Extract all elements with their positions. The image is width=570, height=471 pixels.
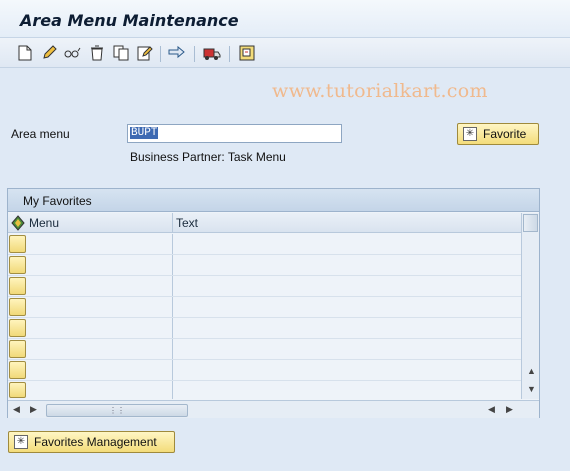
favorites-management-button[interactable]: ✳ Favorites Management (8, 431, 175, 453)
where-used-icon[interactable] (238, 44, 256, 62)
toolbar-separator (160, 46, 161, 62)
copy-icon[interactable] (112, 44, 130, 62)
row-selector[interactable] (9, 319, 26, 337)
watermark: www.tutorialkart.com (272, 80, 488, 102)
column-divider (172, 360, 173, 380)
page-title: Area Menu Maintenance (20, 11, 239, 30)
area-menu-value: BUPT (130, 127, 159, 139)
create-icon[interactable] (16, 44, 34, 62)
table-row (8, 255, 521, 276)
column-divider (172, 297, 173, 317)
transport-icon[interactable] (168, 44, 186, 62)
truck-icon[interactable] (203, 44, 221, 62)
area-menu-label: Area menu (11, 127, 70, 141)
scroll-left-icon[interactable]: ◀ (488, 404, 495, 415)
scroll-right-icon[interactable]: ▶ (30, 404, 37, 415)
table-row (8, 318, 521, 339)
scroll-down-icon[interactable]: ▼ (527, 384, 536, 394)
column-divider (172, 234, 173, 254)
column-divider (172, 318, 173, 338)
toolbar-separator (194, 46, 195, 62)
row-selector[interactable] (9, 361, 26, 379)
table-settings-icon[interactable] (10, 215, 26, 231)
vertical-scroll-thumb[interactable] (523, 214, 538, 232)
edit-icon[interactable] (136, 44, 154, 62)
application-toolbar: www.tutorialkart.com (0, 38, 570, 102)
column-divider (172, 255, 173, 275)
table-row (8, 234, 521, 255)
delete-icon[interactable] (88, 44, 106, 62)
favorite-icon: ✳ (463, 127, 477, 141)
column-divider (172, 339, 173, 359)
toolbar-separator (229, 46, 230, 62)
area-menu-description: Business Partner: Task Menu (130, 150, 286, 164)
panel-title: My Favorites (23, 194, 92, 208)
table-row (8, 297, 521, 318)
favorite-button[interactable]: ✳ Favorite (457, 123, 539, 145)
row-selector[interactable] (9, 235, 26, 253)
row-selector[interactable] (9, 298, 26, 316)
panel-header: My Favorites (8, 189, 539, 212)
table-row (8, 276, 521, 297)
scroll-right-icon[interactable]: ▶ (506, 404, 513, 415)
table-row (8, 360, 521, 381)
table-row (8, 381, 521, 399)
row-selector[interactable] (9, 340, 26, 358)
favorites-management-label: Favorites Management (34, 435, 157, 449)
scroll-up-icon[interactable]: ▲ (527, 366, 536, 376)
vertical-scrollbar[interactable]: ▲ ▼ (521, 213, 539, 399)
row-selector[interactable] (9, 256, 26, 274)
column-header-menu[interactable]: Menu (29, 216, 59, 230)
row-selector[interactable] (9, 382, 26, 398)
scroll-left-icon[interactable]: ◀ (13, 404, 20, 415)
title-bar: Area Menu Maintenance (0, 0, 570, 38)
row-selector[interactable] (9, 277, 26, 295)
column-divider (172, 213, 173, 232)
column-divider (172, 276, 173, 296)
my-favorites-panel: My Favorites Menu Text ▲ ▼ ◀ ▶ ⋮⋮ ◀ ▶ (7, 188, 540, 418)
table-row (8, 339, 521, 360)
horizontal-scrollbar[interactable]: ◀ ▶ ⋮⋮ ◀ ▶ (8, 400, 539, 418)
favorite-button-label: Favorite (483, 127, 527, 141)
favorites-management-icon: ✳ (14, 435, 28, 449)
horizontal-scroll-thumb[interactable]: ⋮⋮ (46, 404, 188, 417)
change-icon[interactable] (40, 44, 58, 62)
column-header-text[interactable]: Text (176, 216, 198, 230)
table-header: Menu Text (8, 213, 521, 233)
column-divider (172, 381, 173, 399)
display-icon[interactable] (63, 44, 81, 62)
area-menu-input[interactable]: BUPT (127, 124, 342, 143)
